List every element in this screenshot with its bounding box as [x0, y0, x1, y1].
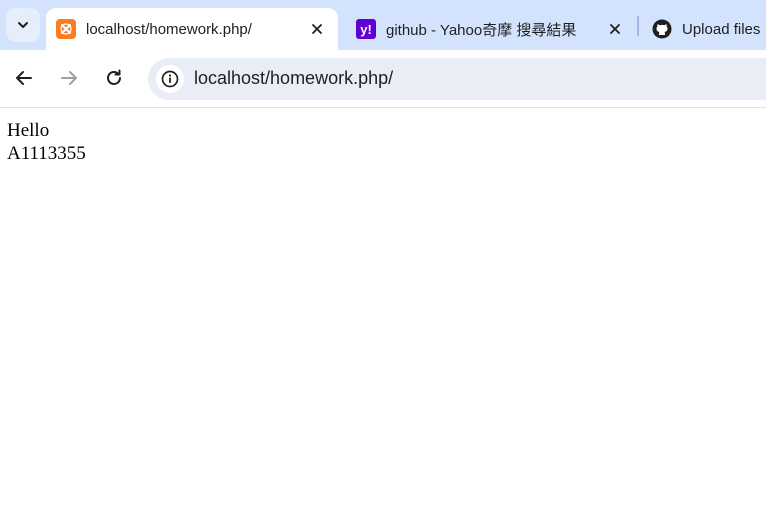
- tab-github[interactable]: Upload files: [642, 8, 766, 50]
- url-text[interactable]: localhost/homework.php/: [194, 68, 393, 89]
- forward-button[interactable]: [54, 63, 84, 93]
- close-icon: [610, 24, 620, 34]
- reload-button[interactable]: [99, 63, 129, 93]
- tab-title: Upload files: [682, 20, 761, 38]
- site-info-button[interactable]: [156, 65, 184, 93]
- close-icon: [312, 24, 322, 34]
- tab-strip: localhost/homework.php/ y! github - Yaho…: [0, 0, 766, 50]
- close-tab-button[interactable]: [606, 20, 624, 38]
- chevron-down-icon: [18, 22, 28, 28]
- tab-title: localhost/homework.php/: [86, 20, 252, 38]
- arrow-right-icon: [61, 71, 77, 85]
- info-icon: [161, 70, 179, 88]
- close-tab-button[interactable]: [308, 20, 326, 38]
- back-button[interactable]: [9, 63, 39, 93]
- tab-separator: [637, 16, 639, 36]
- tab-yahoo[interactable]: y! github - Yahoo奇摩 搜尋結果: [346, 8, 636, 50]
- tab-title: github - Yahoo奇摩 搜尋結果: [386, 21, 577, 39]
- tab-search-button[interactable]: [6, 8, 40, 42]
- page-content: Hello A1113355: [7, 119, 86, 165]
- xampp-icon: [56, 19, 76, 39]
- browser-toolbar: localhost/homework.php/: [0, 50, 766, 108]
- reload-icon: [107, 69, 121, 85]
- address-bar[interactable]: localhost/homework.php/: [148, 58, 766, 100]
- tab-localhost[interactable]: localhost/homework.php/: [46, 8, 338, 50]
- student-id-text: A1113355: [7, 143, 86, 164]
- arrow-left-icon: [16, 71, 32, 85]
- yahoo-icon: y!: [356, 19, 376, 39]
- hello-text: Hello: [7, 120, 50, 141]
- github-icon: [652, 19, 672, 39]
